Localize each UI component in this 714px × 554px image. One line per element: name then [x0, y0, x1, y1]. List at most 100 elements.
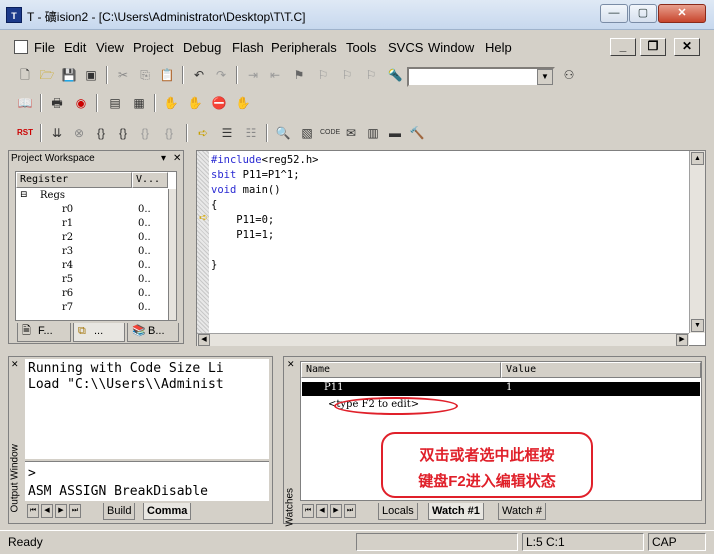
tab-books[interactable]: 📚 B... — [127, 323, 179, 342]
code-editor[interactable]: ➪ #include<reg52.h> sbit P11=P1^1; void … — [196, 150, 706, 346]
minimize-button[interactable]: — — [600, 4, 628, 23]
redo-icon[interactable]: ↷ — [212, 66, 230, 84]
mdi-restore-button[interactable]: ❐ — [640, 38, 666, 56]
close-button[interactable]: ✕ — [658, 4, 706, 23]
tab-locals[interactable]: Locals — [378, 503, 418, 520]
chevron-down-icon[interactable]: ▼ — [537, 69, 553, 85]
paste-icon[interactable]: 📋 — [158, 66, 176, 84]
disable-icon[interactable]: ⛔ — [210, 94, 228, 112]
workspace-window-icon[interactable]: ▤ — [106, 94, 124, 112]
scroll-right-icon[interactable]: ▶ — [676, 334, 688, 346]
hand-icon[interactable]: ✋ — [162, 94, 180, 112]
cut-icon[interactable]: ✂ — [114, 66, 132, 84]
reset-icon[interactable]: RST — [16, 124, 34, 142]
menu-tools[interactable]: Tools — [346, 40, 376, 55]
tab-last-icon[interactable]: ⏭ — [69, 504, 81, 518]
editor-vertical-scrollbar[interactable]: ▲ ▼ — [689, 151, 705, 333]
register-row[interactable]: r6 0.. — [16, 288, 164, 302]
show-next-statement-icon[interactable]: ➪ — [194, 124, 212, 142]
tab-registers[interactable]: ⧉ ... — [73, 323, 125, 342]
mdi-close-button[interactable]: ✕ — [674, 38, 700, 56]
bookmark-next-icon[interactable]: ⚐ — [338, 66, 356, 84]
mdi-minimize-button[interactable]: _ — [610, 38, 636, 56]
register-row[interactable]: r2 0.. — [16, 232, 164, 246]
column-header-name[interactable]: Name — [301, 362, 501, 378]
output-window-icon[interactable]: ▦ — [130, 94, 148, 112]
target-options-icon[interactable]: 📖 — [16, 94, 34, 112]
performance-analyzer-icon[interactable]: ▬ — [386, 124, 404, 142]
menu-flash[interactable]: Flash — [232, 40, 264, 55]
tab-build[interactable]: Build — [103, 503, 136, 520]
kill-all-icon[interactable]: ✋ — [234, 94, 252, 112]
register-row[interactable]: r5 0.. — [16, 274, 164, 288]
debug-session-icon[interactable]: ◉ — [72, 94, 90, 112]
tab-files[interactable]: 🗎 F... — [17, 323, 71, 342]
tree-group-regs[interactable]: ⊟ Regs — [16, 190, 164, 204]
stop-hand-icon[interactable]: ✋ — [186, 94, 204, 112]
unindent-icon[interactable]: ⇤ — [266, 66, 284, 84]
command-area[interactable]: > ASM ASSIGN BreakDisable — [25, 461, 269, 501]
register-row[interactable]: r0 0.. — [16, 204, 164, 218]
tab-last-icon[interactable]: ⏭ — [344, 504, 356, 518]
print-icon[interactable]: 🖶 — [48, 94, 66, 112]
memory-window-icon[interactable]: ▥ — [364, 124, 382, 142]
bookmark-clear-icon[interactable]: ⚐ — [362, 66, 380, 84]
menu-project[interactable]: Project — [133, 40, 173, 55]
find-in-files-icon[interactable]: 🔦 — [386, 66, 404, 84]
copy-icon[interactable]: ⎘ — [136, 66, 154, 84]
tab-prev-icon[interactable]: ◀ — [316, 504, 328, 518]
tab-prev-icon[interactable]: ◀ — [41, 504, 53, 518]
register-row[interactable]: r4 0.. — [16, 260, 164, 274]
tab-first-icon[interactable]: ⏮ — [27, 504, 39, 518]
menu-peripherals[interactable]: Peripherals — [271, 40, 337, 55]
disassembly-icon[interactable]: 🔍 — [274, 124, 292, 142]
close-icon[interactable]: ✕ — [287, 359, 295, 370]
tree-expand-icon[interactable]: ⊟ — [20, 190, 28, 200]
step-out-icon[interactable]: {} — [136, 124, 154, 142]
serial-window-icon[interactable]: ✉ — [342, 124, 360, 142]
undo-icon[interactable]: ↶ — [190, 66, 208, 84]
trace-icon[interactable]: ☰ — [218, 124, 236, 142]
column-header-value[interactable]: Value — [501, 362, 701, 378]
pin-icon[interactable]: ▾ — [161, 153, 166, 164]
scroll-left-icon[interactable]: ◀ — [198, 334, 210, 346]
menu-debug[interactable]: Debug — [183, 40, 221, 55]
trace-records-icon[interactable]: ☷ — [242, 124, 260, 142]
menu-edit[interactable]: Edit — [64, 40, 86, 55]
toolbox-hammer-icon[interactable]: 🔨 — [408, 124, 426, 142]
new-file-icon[interactable]: 🗋 — [16, 66, 34, 84]
column-header-value[interactable]: V... — [132, 172, 168, 188]
open-folder-icon[interactable]: 🗁 — [38, 66, 56, 84]
run-icon[interactable]: ⇊ — [48, 124, 66, 142]
close-icon[interactable]: ✕ — [11, 359, 19, 370]
tab-next-icon[interactable]: ▶ — [330, 504, 342, 518]
tab-watch-2[interactable]: Watch # — [498, 503, 546, 520]
output-text-area[interactable]: Running with Code Size Li Load "C:\\User… — [25, 359, 269, 459]
column-header-register[interactable]: Register — [16, 172, 132, 188]
bookmark-toggle-icon[interactable]: ⚑ — [290, 66, 308, 84]
tab-next-icon[interactable]: ▶ — [55, 504, 67, 518]
menu-file[interactable]: File — [34, 40, 55, 55]
editor-gutter[interactable] — [197, 151, 209, 333]
menu-help[interactable]: Help — [485, 40, 512, 55]
menu-window[interactable]: Window — [428, 40, 474, 55]
watch-window-icon[interactable]: ▧ — [298, 124, 316, 142]
save-all-icon[interactable]: ▣ — [82, 66, 100, 84]
menu-svcs[interactable]: SVCS — [388, 40, 423, 55]
run-to-cursor-icon[interactable]: {} — [160, 124, 178, 142]
stop-icon[interactable]: ⊗ — [70, 124, 88, 142]
register-row[interactable]: r7 0.. — [16, 302, 164, 316]
find-combo[interactable]: ▼ — [407, 67, 555, 87]
close-icon[interactable]: ✕ — [173, 153, 181, 164]
maximize-button[interactable]: ▢ — [629, 4, 657, 23]
register-row[interactable]: r1 0.. — [16, 218, 164, 232]
tab-first-icon[interactable]: ⏮ — [302, 504, 314, 518]
bookmark-prev-icon[interactable]: ⚐ — [314, 66, 332, 84]
step-into-icon[interactable]: {} — [92, 124, 110, 142]
watch-row-selected[interactable]: P11 1 — [302, 382, 700, 396]
editor-horizontal-scrollbar[interactable]: ◀ ▶ — [197, 333, 689, 346]
scroll-down-icon[interactable]: ▼ — [691, 319, 704, 332]
find-binoculars-icon[interactable]: ⚇ — [560, 66, 578, 84]
register-grid-scrollbar[interactable] — [168, 189, 176, 320]
scroll-up-icon[interactable]: ▲ — [691, 152, 704, 165]
